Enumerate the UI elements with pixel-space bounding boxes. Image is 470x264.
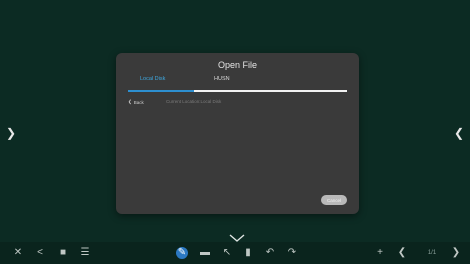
pen-icon[interactable]: ✎ bbox=[176, 247, 188, 259]
cancel-button[interactable]: Cancel bbox=[321, 195, 347, 205]
redo-icon[interactable]: ↷ bbox=[286, 247, 298, 259]
location-bar: ❮ Back Current Location:Local Disk bbox=[128, 99, 347, 107]
open-file-dialog: Open File Local Disk HUSN ❮ Back Current… bbox=[116, 53, 359, 214]
menu-icon[interactable]: ☰ bbox=[79, 247, 91, 259]
share-icon[interactable]: < bbox=[34, 247, 46, 259]
select-icon[interactable]: ↖ bbox=[221, 247, 233, 259]
chevron-left-icon: ❮ bbox=[453, 126, 465, 140]
collapse-chevron-down-icon[interactable] bbox=[229, 234, 245, 242]
back-label: Back bbox=[133, 99, 144, 105]
eraser-icon[interactable]: ▬ bbox=[199, 247, 211, 259]
bottom-toolbar: ✕ < ■ ☰ ✎ ▬ ↖ ▮ ↶ ↷ + ❮ 1/1 ❯ bbox=[0, 242, 470, 264]
source-tabs: Local Disk HUSN bbox=[128, 76, 347, 92]
prev-page-icon[interactable]: ❮ bbox=[396, 247, 408, 259]
back-button[interactable]: ❮ Back bbox=[128, 99, 144, 105]
page-indicator: 1/1 bbox=[427, 250, 437, 256]
current-location: Current Location:Local Disk bbox=[166, 99, 222, 104]
add-page-icon[interactable]: + bbox=[374, 247, 386, 259]
page-icon[interactable]: ▮ bbox=[242, 247, 254, 259]
folder-icon[interactable]: ■ bbox=[57, 247, 69, 259]
chevron-right-icon: ❯ bbox=[5, 126, 17, 140]
right-panel-toggle[interactable]: ❮ bbox=[452, 124, 466, 142]
chevron-left-icon: ❮ bbox=[128, 99, 132, 104]
dialog-title: Open File bbox=[217, 60, 258, 70]
next-page-icon[interactable]: ❯ bbox=[450, 247, 462, 259]
undo-icon[interactable]: ↶ bbox=[264, 247, 276, 259]
tab-husn[interactable]: HUSN bbox=[214, 76, 230, 82]
active-tab-indicator bbox=[128, 90, 194, 92]
close-icon[interactable]: ✕ bbox=[12, 247, 24, 259]
left-panel-toggle[interactable]: ❯ bbox=[4, 124, 18, 142]
tab-local-disk[interactable]: Local Disk bbox=[140, 76, 165, 82]
